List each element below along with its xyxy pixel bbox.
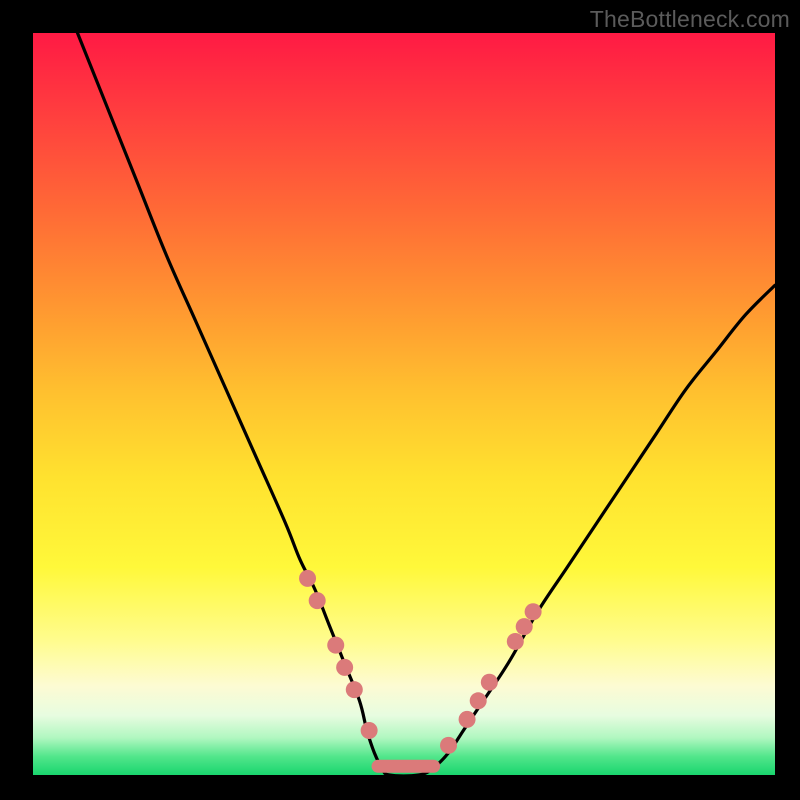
- curve-marker: [481, 674, 498, 691]
- curve-marker: [470, 692, 487, 709]
- left-markers: [299, 570, 378, 739]
- curve-marker: [516, 618, 533, 635]
- watermark-text: TheBottleneck.com: [590, 6, 790, 33]
- chart-frame: TheBottleneck.com: [0, 0, 800, 800]
- curve-marker: [336, 659, 353, 676]
- curve-marker: [459, 711, 476, 728]
- curve-marker: [525, 603, 542, 620]
- curve-layer: [33, 33, 775, 775]
- curve-marker: [299, 570, 316, 587]
- curve-marker: [346, 681, 363, 698]
- right-markers: [440, 603, 542, 754]
- plot-area: [33, 33, 775, 775]
- curve-marker: [507, 633, 524, 650]
- bottleneck-curve: [78, 33, 775, 775]
- curve-marker: [309, 592, 326, 609]
- curve-marker: [327, 637, 344, 654]
- curve-marker: [440, 737, 457, 754]
- curve-marker: [361, 722, 378, 739]
